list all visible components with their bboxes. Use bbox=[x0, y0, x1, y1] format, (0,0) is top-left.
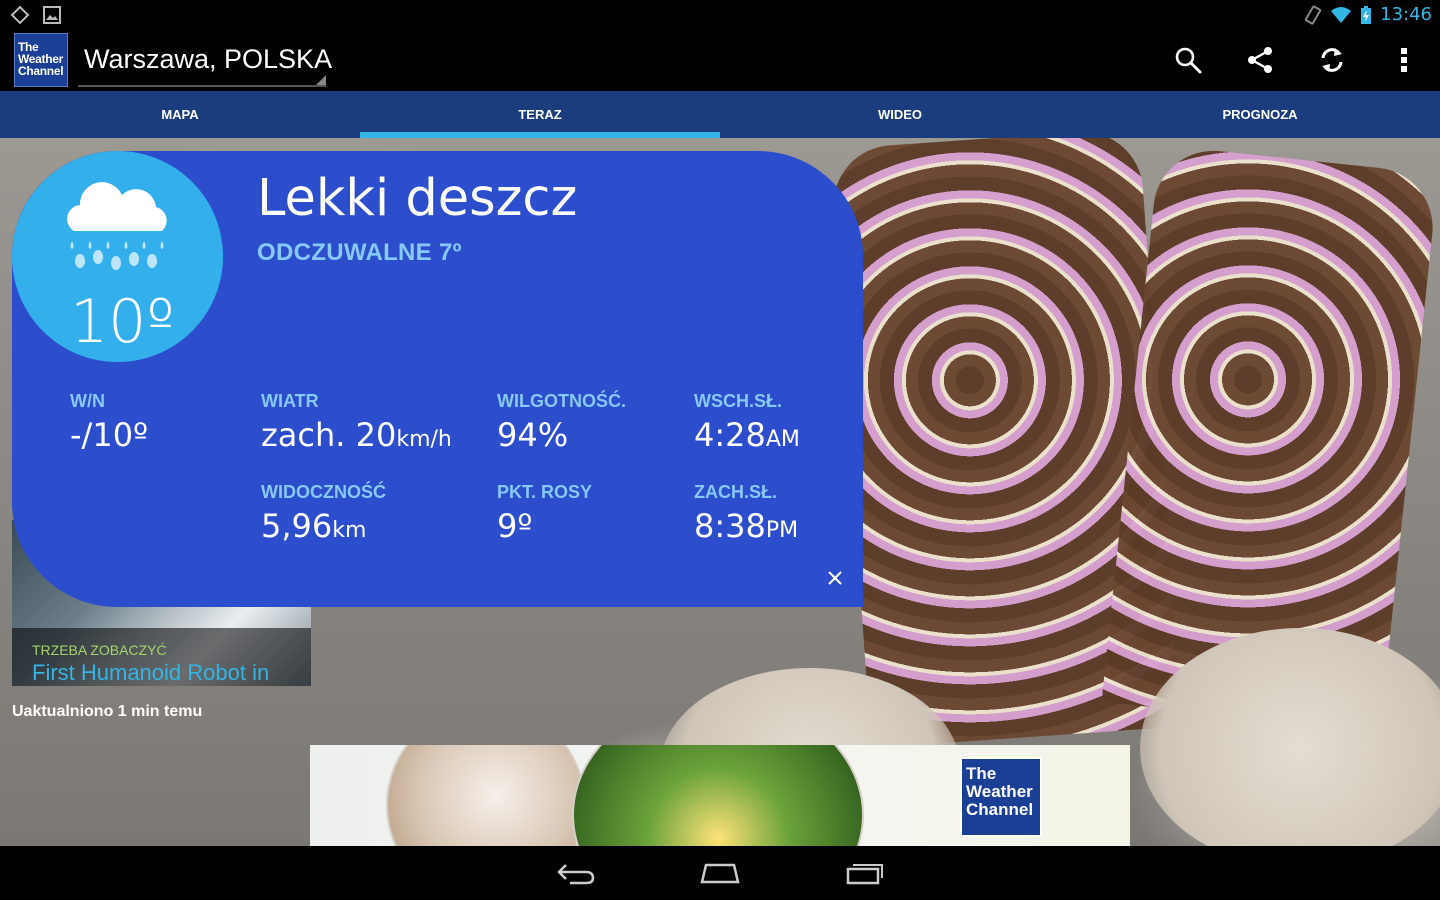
search-icon bbox=[1175, 47, 1202, 74]
tab-mapa[interactable]: MAPA bbox=[0, 91, 360, 138]
status-bar: 13:46 bbox=[0, 0, 1440, 30]
stat-value: 94% bbox=[497, 416, 626, 454]
recent-apps-icon bbox=[846, 864, 883, 885]
stat-label: WIDOCZNOŚĆ bbox=[261, 482, 386, 502]
back-button[interactable] bbox=[552, 858, 600, 888]
temperature-circle: 10º bbox=[12, 151, 223, 362]
refresh-icon bbox=[1321, 48, 1343, 72]
stat-label: WSCH.SŁ. bbox=[694, 391, 782, 411]
ad-logo-line-2: Weather bbox=[966, 782, 1033, 801]
stat-number: 5,96 bbox=[261, 507, 333, 545]
current-conditions-card: 10º Lekki deszcz ODCZUWALNE 7º W/N -/10º… bbox=[12, 151, 863, 607]
wifi-icon bbox=[1331, 6, 1352, 23]
tab-teraz[interactable]: TERAZ bbox=[360, 91, 720, 138]
stat-unit: AM bbox=[765, 427, 800, 452]
status-notifications bbox=[10, 5, 62, 25]
close-icon bbox=[828, 571, 842, 585]
video-label: TRZEBA ZOBACZYĆ bbox=[32, 642, 167, 658]
overflow-menu-button[interactable] bbox=[1386, 42, 1422, 78]
stat-sunset: ZACH.SŁ. 8:38PM bbox=[694, 482, 798, 545]
stat-sunrise: WSCH.SŁ. 4:28AM bbox=[694, 391, 800, 454]
current-temperature: 10º bbox=[70, 287, 175, 357]
spinner-corner-icon bbox=[316, 75, 326, 85]
home-icon bbox=[700, 863, 740, 884]
stat-label: WIATR bbox=[261, 391, 319, 411]
stat-value: 5,96km bbox=[261, 507, 386, 545]
stat-label: ZACH.SŁ. bbox=[694, 482, 777, 502]
stat-number: zach. 20 bbox=[261, 416, 397, 454]
feels-like: ODCZUWALNE 7º bbox=[257, 239, 462, 266]
logo-line-3: Channel bbox=[18, 64, 64, 78]
stat-high-low: W/N -/10º bbox=[70, 391, 148, 454]
tab-bar: MAPA TERAZ WIDEO PROGNOZA bbox=[0, 91, 1440, 138]
ad-winter-image bbox=[386, 745, 586, 846]
share-icon bbox=[1248, 47, 1272, 73]
stat-value: 4:28AM bbox=[694, 416, 800, 454]
rotation-icon bbox=[1305, 4, 1322, 25]
back-icon bbox=[557, 864, 595, 885]
stat-value: 9º bbox=[497, 507, 592, 545]
action-icons bbox=[1170, 42, 1422, 78]
tab-label: TERAZ bbox=[518, 107, 562, 122]
stat-number: 4:28 bbox=[694, 416, 766, 454]
ad-logo-line-3: Channel bbox=[966, 800, 1034, 819]
tab-label: WIDEO bbox=[877, 107, 923, 122]
image-notification-icon bbox=[43, 6, 61, 24]
ad-logo: The Weather Channel bbox=[960, 757, 1042, 837]
ad-summer-image bbox=[572, 745, 864, 846]
battery-charging-icon bbox=[1361, 5, 1372, 24]
stat-value: -/10º bbox=[70, 416, 148, 454]
stat-unit: km bbox=[332, 518, 367, 543]
stat-wind: WIATR zach. 20km/h bbox=[261, 391, 452, 454]
tab-label: PROGNOZA bbox=[1222, 107, 1298, 122]
rain-cloud-icon bbox=[67, 182, 167, 270]
stat-dew-point: PKT. ROSY 9º bbox=[497, 482, 592, 545]
stat-number: 8:38 bbox=[694, 507, 766, 545]
alarm-notification-icon bbox=[10, 5, 30, 25]
stat-label: PKT. ROSY bbox=[497, 482, 593, 502]
stat-label: W/N bbox=[70, 391, 105, 411]
tab-wideo[interactable]: WIDEO bbox=[720, 91, 1080, 138]
search-button[interactable] bbox=[1170, 42, 1206, 78]
stat-value: zach. 20km/h bbox=[261, 416, 452, 454]
close-card-button[interactable] bbox=[826, 569, 844, 587]
ad-logo-line-1: The bbox=[966, 764, 997, 783]
action-bar: The Weather Channel Warszawa, POLSKA bbox=[0, 30, 1440, 91]
refresh-button[interactable] bbox=[1314, 42, 1350, 78]
app-logo[interactable]: The Weather Channel bbox=[14, 33, 68, 87]
overflow-menu-icon bbox=[1401, 48, 1407, 72]
status-system: 13:46 bbox=[1304, 4, 1432, 25]
stat-humidity: WILGOTNOŚĆ. 94% bbox=[497, 391, 626, 454]
stat-number: -/10º bbox=[70, 416, 149, 454]
ad-banner[interactable]: The Weather Channel bbox=[310, 745, 1130, 846]
video-title: First Humanoid Robot in bbox=[32, 660, 270, 685]
condition-title: Lekki deszcz bbox=[257, 169, 578, 228]
location-spinner[interactable]: Warszawa, POLSKA bbox=[78, 38, 332, 87]
recent-apps-button[interactable] bbox=[840, 858, 888, 888]
stat-number: 94% bbox=[497, 416, 569, 454]
status-time: 13:46 bbox=[1380, 4, 1432, 25]
system-nav-bar bbox=[0, 846, 1440, 900]
stat-label: WILGOTNOŚĆ. bbox=[497, 391, 626, 411]
home-button[interactable] bbox=[696, 858, 744, 888]
stat-unit: PM bbox=[765, 518, 799, 543]
stat-visibility: WIDOCZNOŚĆ 5,96km bbox=[261, 482, 386, 545]
tab-prognoza[interactable]: PROGNOZA bbox=[1080, 91, 1440, 138]
stat-value: 8:38PM bbox=[694, 507, 798, 545]
updated-text: Uaktualniono 1 min temu bbox=[12, 703, 203, 720]
stat-number: 9º bbox=[497, 507, 533, 545]
share-button[interactable] bbox=[1242, 42, 1278, 78]
stat-unit: km/h bbox=[396, 427, 452, 452]
location-name: Warszawa, POLSKA bbox=[84, 44, 333, 74]
tab-label: MAPA bbox=[161, 107, 199, 122]
